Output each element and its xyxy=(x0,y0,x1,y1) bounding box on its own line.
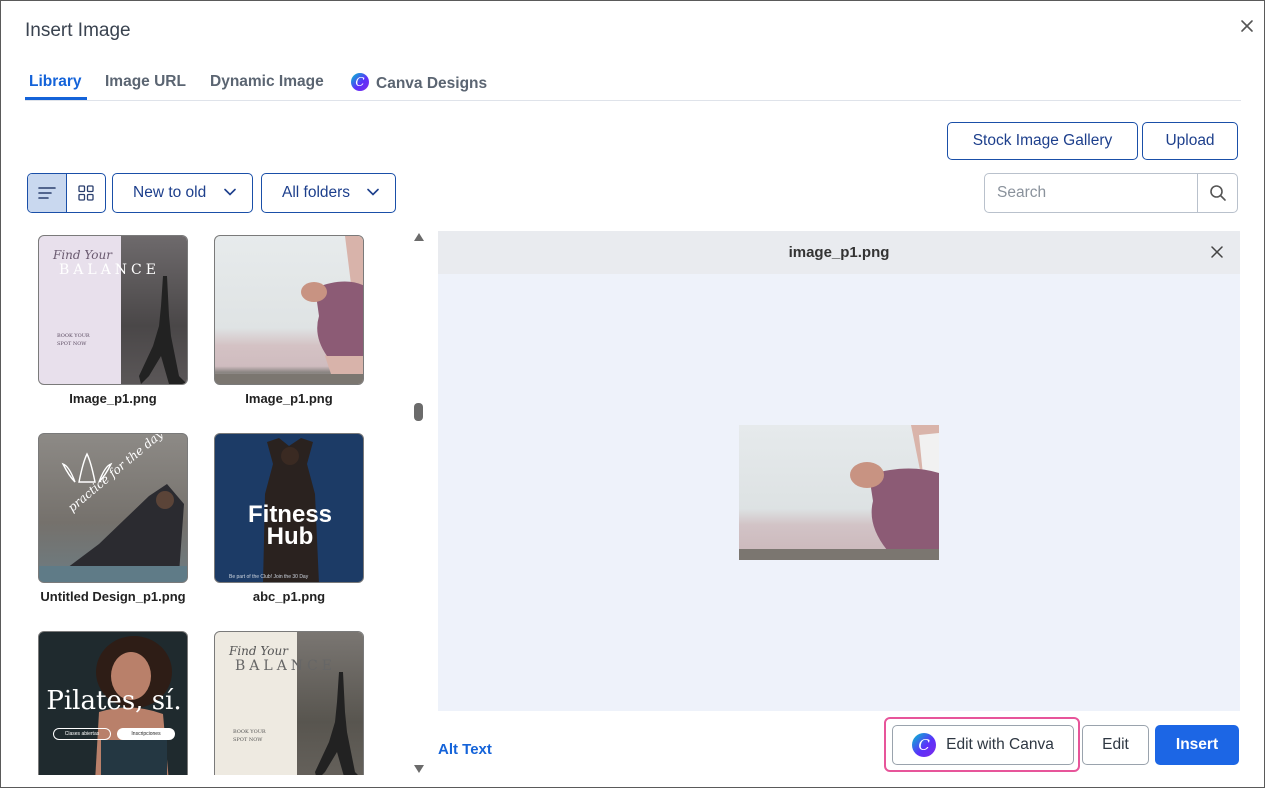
search-button[interactable] xyxy=(1197,174,1237,212)
yoga-figure-image xyxy=(139,276,187,384)
edit-button[interactable]: Edit xyxy=(1082,725,1149,765)
image-thumbnail[interactable]: Find Your BALANCE BOOK YOUR SPOT NOW xyxy=(38,235,188,385)
image-thumbnail[interactable]: Pilates, sí. Clases abiertas Inscripcion… xyxy=(38,631,188,775)
grid-icon xyxy=(78,185,94,201)
tab-library[interactable]: Library xyxy=(29,73,82,91)
tab-dynamic-image[interactable]: Dynamic Image xyxy=(210,73,324,91)
poster-line: BOOK YOUR xyxy=(57,333,90,339)
folder-dropdown-label: All folders xyxy=(282,184,351,201)
tab-canva-designs-label: Canva Designs xyxy=(376,75,488,92)
close-icon[interactable] xyxy=(1210,245,1224,259)
yoga-pose-image xyxy=(739,425,939,560)
preview-image xyxy=(739,425,939,560)
poster-title: Pilates, sí. xyxy=(46,686,182,716)
library-item: practice for the day Untitled Design_p1.… xyxy=(38,433,188,604)
sort-dropdown-label: New to old xyxy=(133,184,207,201)
upload-button[interactable]: Upload xyxy=(1142,122,1238,160)
active-tab-indicator xyxy=(25,97,87,100)
scrollbar-thumb[interactable] xyxy=(414,403,423,421)
stock-image-gallery-button[interactable]: Stock Image Gallery xyxy=(947,122,1138,160)
scroll-down-arrow-icon[interactable] xyxy=(414,765,424,773)
canva-icon: C xyxy=(351,73,369,91)
poster-line: BOOK YOUR xyxy=(233,729,266,735)
poster-button: Clases abiertas xyxy=(53,728,111,740)
tab-bar: Library Image URL Dynamic Image C Canva D… xyxy=(25,63,1241,101)
grid-view-button[interactable] xyxy=(67,174,106,212)
close-icon[interactable] xyxy=(1238,17,1256,35)
yoga-figure-image xyxy=(315,672,358,775)
search-input[interactable] xyxy=(985,174,1197,212)
alt-text-link[interactable]: Alt Text xyxy=(438,741,492,758)
preview-header: image_p1.png xyxy=(438,231,1240,274)
search-icon xyxy=(1209,185,1226,201)
edit-with-canva-button[interactable]: C Edit with Canva xyxy=(892,725,1074,765)
poster-script-text: Find Your xyxy=(53,248,112,262)
library-item: Find Your BALANCE BOOK YOUR SPOT NOW xyxy=(214,631,364,775)
image-library-grid: Find Your BALANCE BOOK YOUR SPOT NOW Ima… xyxy=(27,229,407,775)
sort-dropdown[interactable]: New to old xyxy=(112,173,253,213)
image-caption: Untitled Design_p1.png xyxy=(40,589,186,604)
list-view-button[interactable] xyxy=(28,174,67,212)
lotus-logo-image xyxy=(39,452,187,582)
chevron-down-icon xyxy=(367,188,379,196)
insert-image-dialog: Insert Image Library Image URL Dynamic I… xyxy=(0,0,1265,788)
image-thumbnail[interactable] xyxy=(214,235,364,385)
chevron-down-icon xyxy=(224,188,236,196)
library-item: Fitness Hub Be part of the Club! Join th… xyxy=(214,433,364,604)
folder-dropdown[interactable]: All folders xyxy=(261,173,396,213)
yoga-pose-image xyxy=(215,236,363,384)
tab-canva-designs[interactable]: C Canva Designs xyxy=(351,73,487,93)
poster-line: SPOT NOW xyxy=(233,737,263,743)
poster-line: SPOT NOW xyxy=(57,341,87,347)
image-preview-panel: image_p1.png xyxy=(438,231,1240,711)
poster-title-line2: Hub xyxy=(266,523,314,550)
search-box xyxy=(984,173,1238,213)
insert-button[interactable]: Insert xyxy=(1155,725,1239,765)
image-caption: Image_p1.png xyxy=(69,391,157,406)
dialog-title: Insert Image xyxy=(25,20,131,41)
poster-headline: BALANCE xyxy=(235,658,336,674)
image-thumbnail[interactable]: Find Your BALANCE BOOK YOUR SPOT NOW xyxy=(214,631,364,775)
image-thumbnail[interactable]: practice for the day xyxy=(38,433,188,583)
poster-headline: BALANCE xyxy=(59,262,160,278)
library-item: Find Your BALANCE BOOK YOUR SPOT NOW Ima… xyxy=(38,235,188,406)
preview-filename: image_p1.png xyxy=(788,244,890,261)
poster-footer: Be part of the Club! Join the 30 Day xyxy=(229,574,309,580)
image-thumbnail[interactable]: Fitness Hub Be part of the Club! Join th… xyxy=(214,433,364,583)
scroll-up-arrow-icon[interactable] xyxy=(414,233,424,241)
library-scrollbar[interactable] xyxy=(410,231,426,777)
image-caption: Image_p1.png xyxy=(245,391,333,406)
poster-script-text: Find Your xyxy=(229,644,288,658)
library-item: Image_p1.png xyxy=(214,235,364,406)
tab-image-url[interactable]: Image URL xyxy=(105,73,186,91)
image-caption: abc_p1.png xyxy=(252,589,326,604)
canva-icon: C xyxy=(912,733,937,757)
edit-with-canva-label: Edit with Canva xyxy=(946,736,1054,753)
poster-button: Inscripciones xyxy=(117,728,175,740)
view-mode-toggle xyxy=(27,173,106,213)
library-item: Pilates, sí. Clases abiertas Inscripcion… xyxy=(38,631,188,775)
list-icon xyxy=(37,187,56,199)
